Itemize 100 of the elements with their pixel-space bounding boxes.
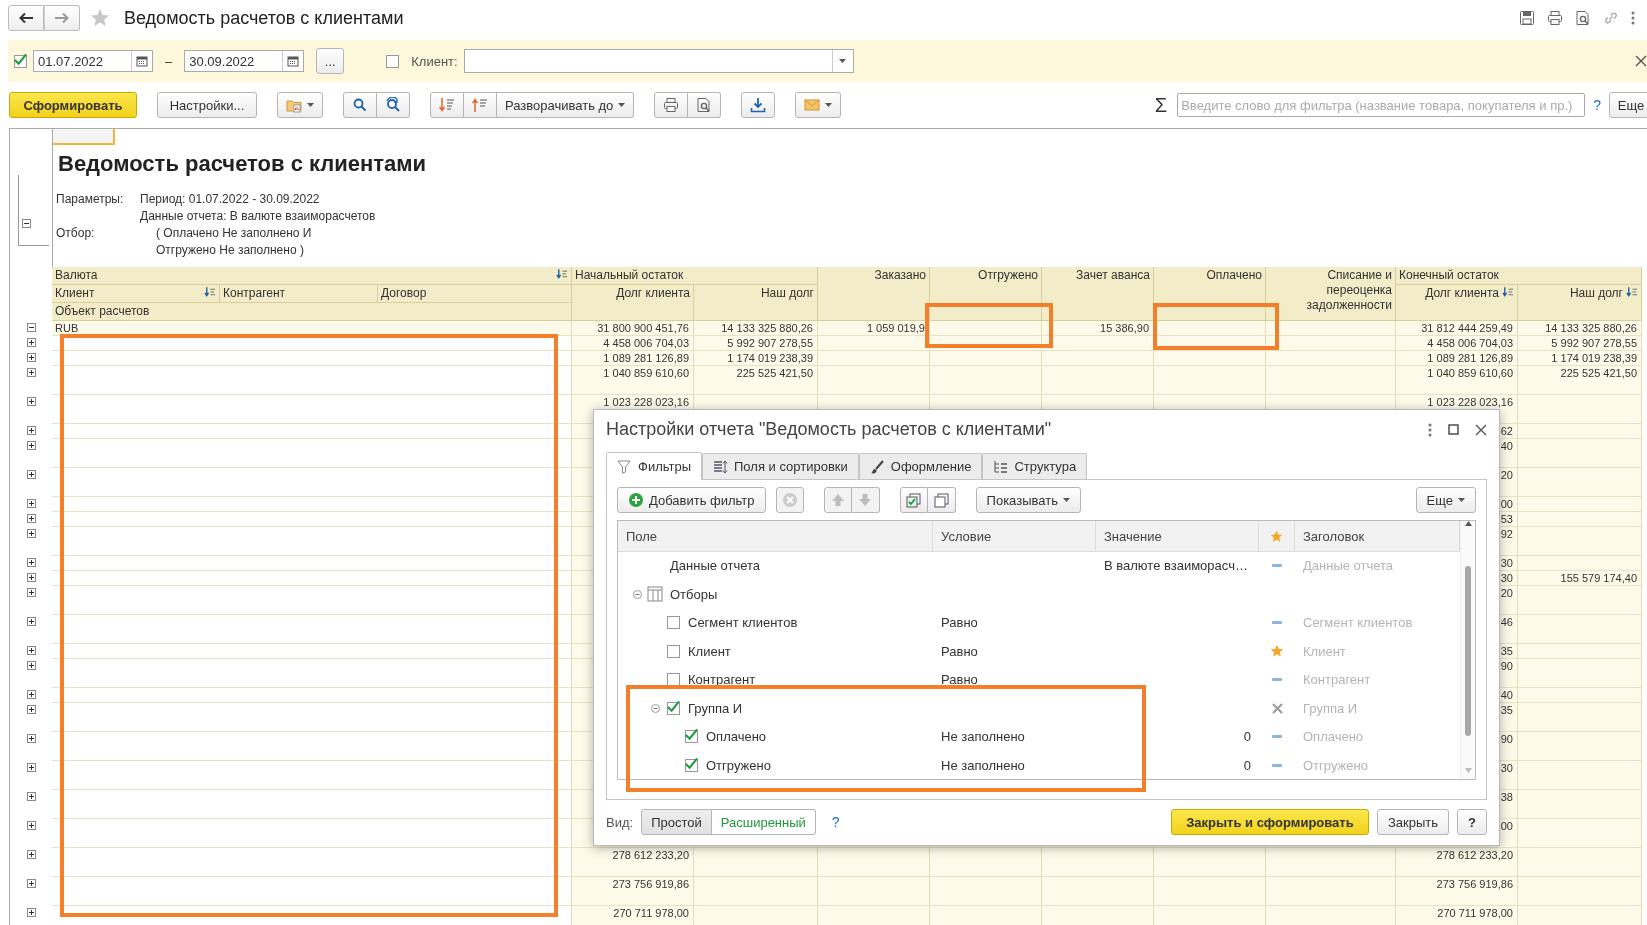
sort-icon[interactable]	[1626, 286, 1638, 297]
checkbox[interactable]	[666, 644, 680, 658]
date-field[interactable]: 01.07.2022	[33, 50, 153, 72]
checkbox[interactable]	[14, 54, 27, 68]
expand-toggle[interactable]	[26, 368, 36, 377]
title-text: Данные отчета	[1302, 558, 1395, 574]
expand-toggle[interactable]	[26, 646, 36, 655]
cross-icon[interactable]	[1271, 702, 1283, 714]
help-link[interactable]: ?	[1593, 97, 1601, 113]
save-button[interactable]	[741, 92, 776, 118]
checkbox[interactable]	[666, 616, 680, 630]
field-name: Данные отчета	[670, 558, 761, 574]
more-button[interactable]: ...	[316, 48, 345, 74]
expand-toggle[interactable]	[26, 734, 36, 743]
expand-toggle[interactable]	[26, 573, 36, 582]
expand-toggle[interactable]	[26, 690, 36, 699]
settings-button[interactable]: Настройки...	[157, 92, 257, 118]
collapse-icon[interactable]	[632, 589, 642, 599]
tab[interactable]: Структура	[982, 453, 1088, 480]
sort-icon[interactable]	[1502, 286, 1514, 297]
expand-toggle[interactable]	[26, 397, 36, 406]
column-title: Начальный остаток	[575, 268, 685, 282]
close-button[interactable]: Закрыть	[1376, 809, 1449, 836]
expand-toggle[interactable]	[26, 338, 36, 347]
back-button[interactable]	[8, 5, 44, 31]
field-name: Отборы	[670, 586, 718, 602]
find-button[interactable]	[343, 92, 377, 118]
checkbox[interactable]	[386, 54, 400, 68]
maximize-icon[interactable]	[1448, 424, 1459, 436]
view-option[interactable]: Простой	[641, 809, 712, 836]
more-icon[interactable]	[1631, 11, 1635, 25]
funnel-icon	[617, 459, 632, 474]
star-icon[interactable]	[1270, 644, 1284, 659]
expand-button[interactable]	[464, 92, 497, 118]
view-option[interactable]: Расширенный	[711, 809, 816, 836]
close-icon[interactable]	[1635, 55, 1647, 67]
column-title: Наш долг	[760, 286, 814, 300]
filter-search-field[interactable]: Введите слово для фильтра (название товара, покупателя и пр.)	[1177, 93, 1586, 117]
expand-toggle[interactable]	[26, 514, 36, 523]
folder-chart-icon	[286, 97, 302, 113]
more-icon[interactable]	[1428, 422, 1432, 437]
page-magnifier-icon[interactable]	[1575, 10, 1591, 26]
expand-toggle[interactable]	[26, 661, 36, 670]
scrollbar-thumb[interactable]	[1465, 566, 1471, 737]
expand-toggle[interactable]	[26, 879, 36, 888]
check-all-button[interactable]	[899, 487, 928, 514]
selected-cell	[53, 129, 115, 145]
expand-toggle[interactable]	[26, 529, 36, 538]
expand-toggle[interactable]	[26, 426, 36, 435]
expand-toggle[interactable]	[26, 617, 36, 626]
expand-toggle[interactable]	[26, 499, 36, 508]
collapse-button[interactable]	[430, 92, 464, 118]
column-title: Договор	[381, 286, 428, 300]
field-name: Отгружено	[706, 757, 771, 773]
collapse-icon[interactable]	[650, 703, 660, 713]
expand-toggle[interactable]	[26, 353, 36, 362]
client-field[interactable]	[463, 49, 854, 73]
printer-icon[interactable]	[1547, 10, 1563, 26]
date-field[interactable]: 30.09.2022	[184, 50, 305, 72]
close-generate-button[interactable]: Закрыть и сформировать	[1170, 809, 1369, 836]
expand-toggle[interactable]	[26, 821, 36, 830]
expand-toggle[interactable]	[26, 850, 36, 859]
show-button[interactable]: Показывать	[975, 487, 1081, 514]
tab[interactable]: Оформление	[858, 453, 983, 480]
expand-toggle[interactable]	[26, 705, 36, 714]
collapse-toggle[interactable]	[22, 219, 31, 228]
tab[interactable]: Поля и сортировки	[702, 453, 859, 480]
preview-button[interactable]	[688, 92, 722, 118]
expand-toggle[interactable]	[26, 908, 36, 917]
help-button[interactable]: ?	[1457, 809, 1487, 836]
checkbox[interactable]	[684, 730, 698, 744]
generate-button[interactable]: Сформировать	[9, 92, 137, 118]
add-filter-button[interactable]: Добавить фильтр	[617, 487, 766, 514]
print-button[interactable]	[654, 92, 689, 118]
sort-icon[interactable]	[556, 268, 568, 279]
expand-toggle[interactable]	[26, 441, 36, 450]
checkbox[interactable]	[666, 701, 680, 715]
sort-icon[interactable]	[204, 286, 216, 297]
more-button[interactable]: Еще	[1415, 487, 1476, 514]
scrollbar[interactable]	[1460, 521, 1475, 780]
expand-to-button[interactable]: Разворачивать до	[497, 92, 635, 118]
more-button[interactable]: Еще	[1609, 92, 1647, 118]
uncheck-all-button[interactable]	[927, 487, 956, 514]
report-title: Ведомость расчетов с клиентами	[58, 151, 428, 177]
tab[interactable]: Фильтры	[606, 452, 702, 481]
variants-button[interactable]	[277, 92, 323, 118]
checkbox[interactable]	[684, 758, 698, 772]
close-icon[interactable]	[1475, 423, 1487, 436]
help-link[interactable]: ?	[831, 814, 840, 831]
expand-toggle[interactable]	[26, 470, 36, 479]
cross-circle-icon	[781, 492, 798, 509]
sum-button[interactable]: Σ	[1154, 93, 1168, 117]
column-title: Долг клиента	[1425, 286, 1499, 300]
expand-toggle[interactable]	[26, 323, 36, 332]
expand-toggle[interactable]	[26, 558, 36, 567]
expand-toggle[interactable]	[26, 792, 36, 801]
expand-toggle[interactable]	[26, 588, 36, 597]
expand-toggle[interactable]	[26, 763, 36, 772]
find-next-button[interactable]	[377, 92, 410, 118]
star-icon[interactable]	[90, 8, 110, 28]
